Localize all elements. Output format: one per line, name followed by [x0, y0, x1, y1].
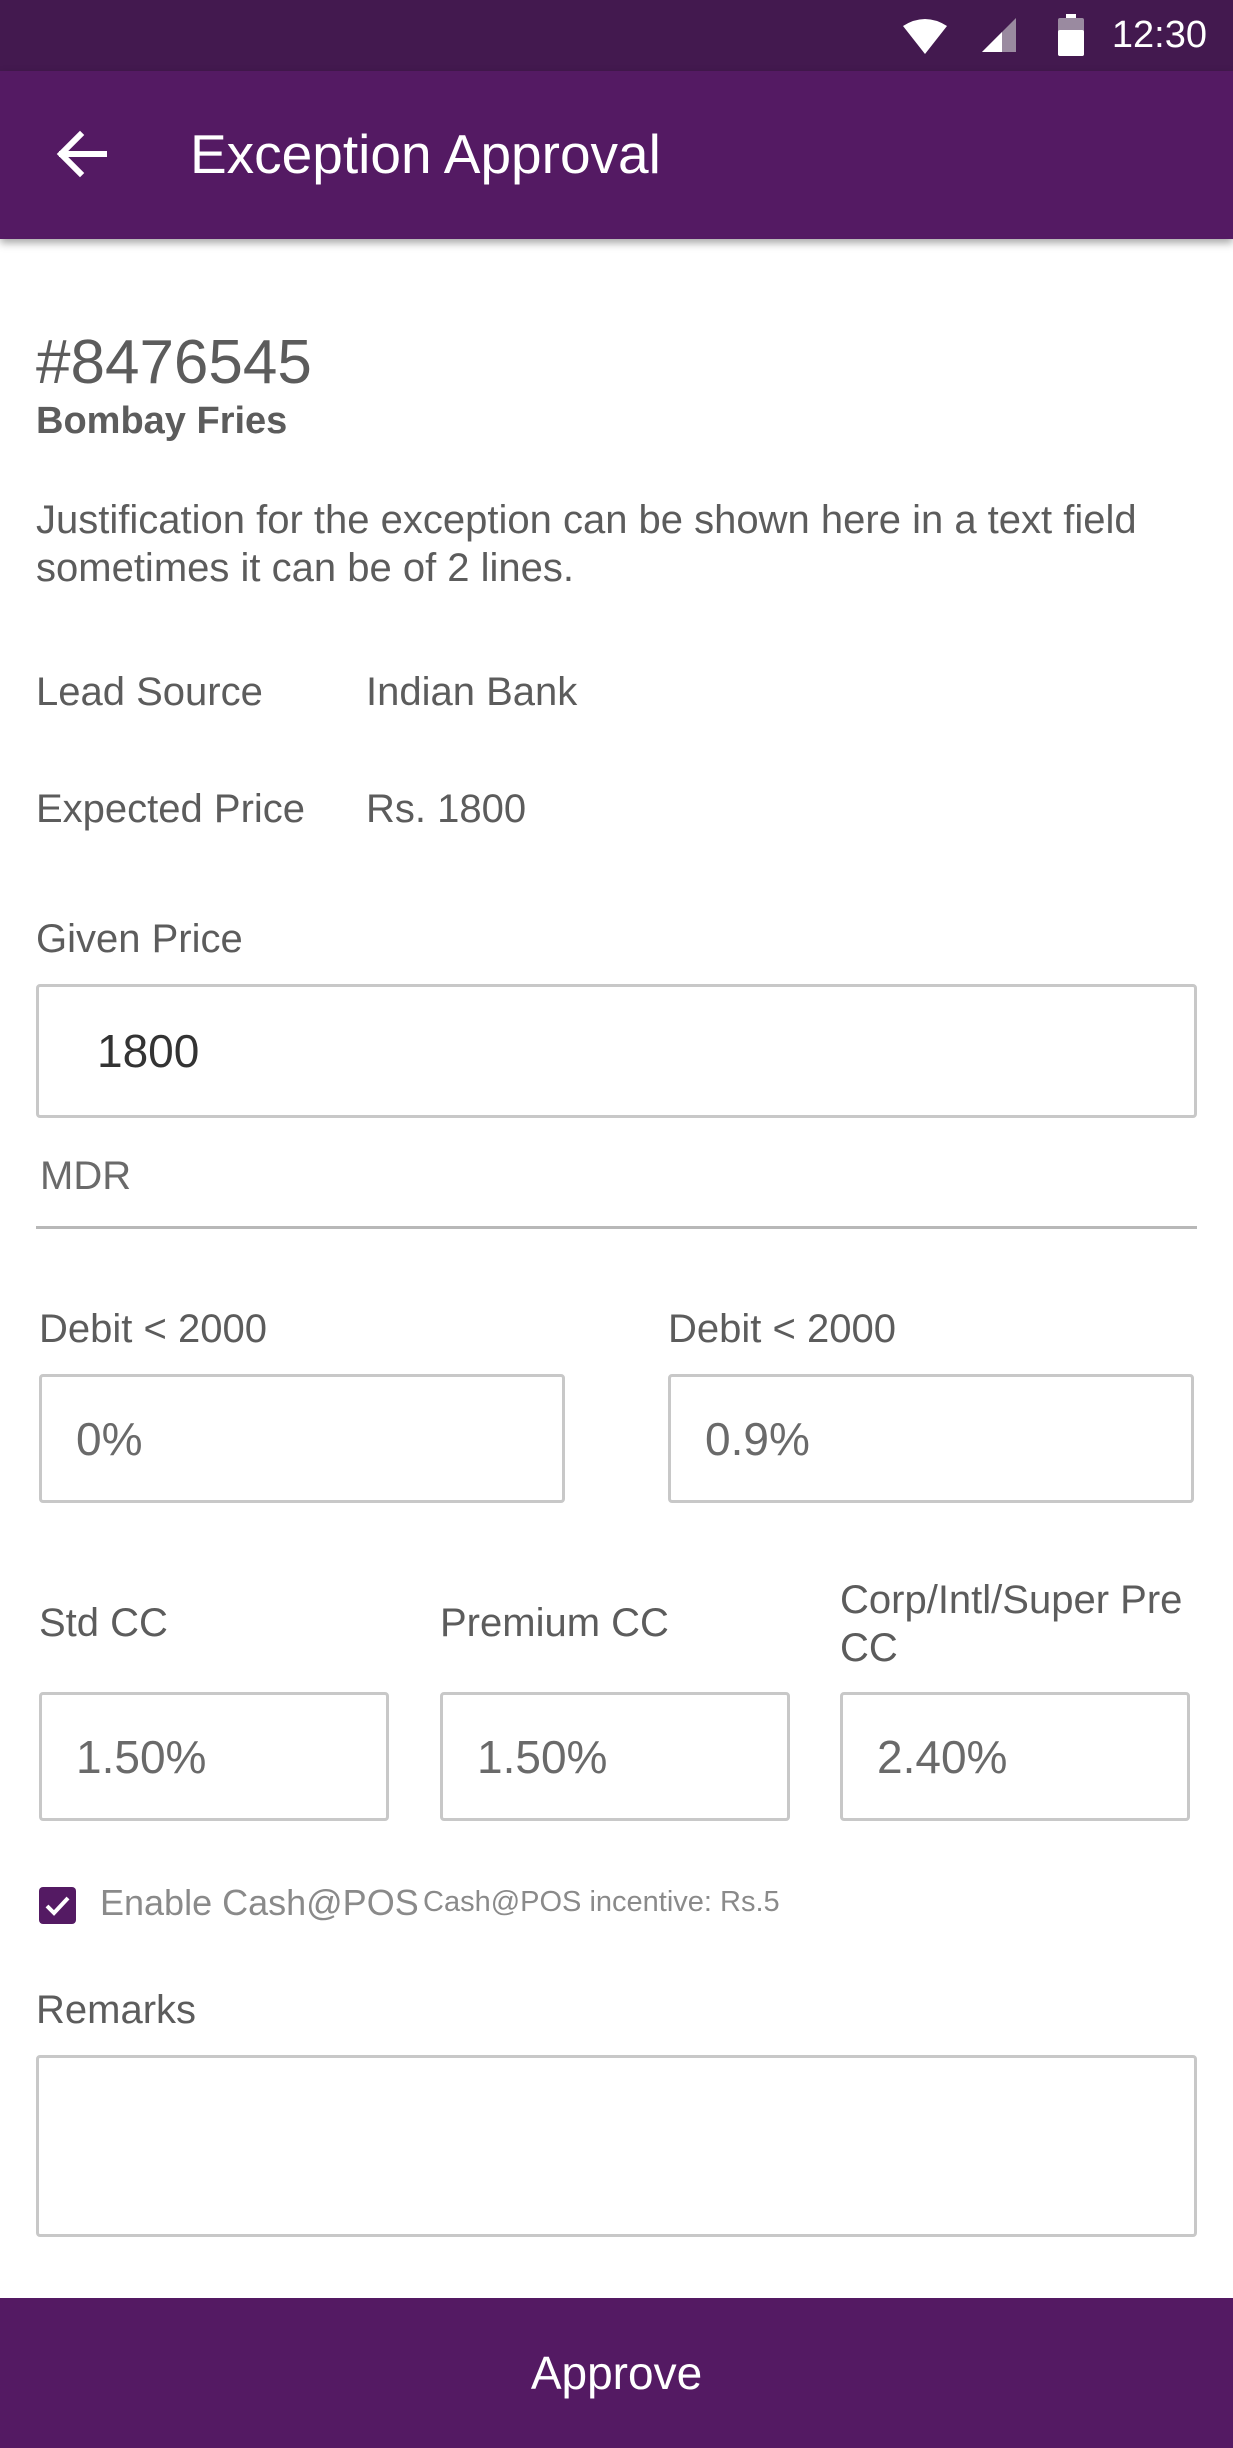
cash-pos-checkbox[interactable]	[39, 1887, 76, 1924]
cash-pos-incentive-value: Rs.5	[720, 1886, 780, 1918]
status-time: 12:30	[1111, 14, 1207, 56]
expected-price-value: Rs. 1800	[366, 787, 527, 831]
battery-icon	[1058, 14, 1084, 56]
corp-cc-label: Corp/Intl/Super Pre CC	[840, 1578, 1183, 1670]
remarks-input[interactable]	[36, 2055, 1197, 2237]
app-bar: Exception Approval	[0, 71, 1233, 239]
given-price-value: 1800	[97, 1025, 200, 1077]
debit-1-input[interactable]: 0%	[39, 1374, 565, 1503]
checkmark-icon	[45, 1896, 70, 1916]
wifi-icon	[903, 19, 947, 54]
std-cc-input[interactable]: 1.50%	[39, 1692, 389, 1821]
corp-cc-input[interactable]: 2.40%	[840, 1692, 1190, 1821]
lead-source-value: Indian Bank	[366, 670, 578, 714]
debit-1-label: Debit < 2000	[39, 1307, 267, 1351]
premium-cc-label: Premium CC	[440, 1601, 669, 1645]
debit-2-label: Debit < 2000	[668, 1307, 896, 1351]
back-arrow-icon[interactable]	[50, 123, 112, 185]
merchant-name: Bombay Fries	[36, 400, 288, 442]
cash-pos-label: Enable Cash@POS	[100, 1882, 419, 1923]
page-title: Exception Approval	[190, 123, 661, 185]
debit-2-input[interactable]: 0.9%	[668, 1374, 1194, 1503]
justification-text: Justification for the exception can be s…	[36, 498, 1137, 590]
mdr-section-title: MDR	[40, 1154, 132, 1198]
given-price-input[interactable]: 1800	[36, 984, 1197, 1118]
premium-cc-input[interactable]: 1.50%	[440, 1692, 790, 1821]
std-cc-label: Std CC	[39, 1601, 168, 1645]
expected-price-label: Expected Price	[36, 787, 306, 831]
debit-2-value: 0.9%	[705, 1412, 810, 1465]
ticket-id: #8476545	[36, 328, 312, 397]
std-cc-value: 1.50%	[76, 1730, 207, 1783]
mdr-divider	[36, 1226, 1197, 1229]
corp-cc-value: 2.40%	[877, 1730, 1008, 1783]
remarks-label: Remarks	[36, 1988, 197, 2032]
approve-button[interactable]: Approve	[0, 2298, 1233, 2448]
premium-cc-value: 1.50%	[477, 1730, 608, 1783]
status-bar: 12:30	[0, 0, 1233, 71]
cash-pos-incentive-label: Cash@POS incentive:	[423, 1886, 712, 1918]
signal-icon	[982, 18, 1016, 52]
lead-source-label: Lead Source	[36, 670, 263, 714]
given-price-label: Given Price	[36, 917, 243, 961]
debit-1-value: 0%	[76, 1412, 143, 1465]
